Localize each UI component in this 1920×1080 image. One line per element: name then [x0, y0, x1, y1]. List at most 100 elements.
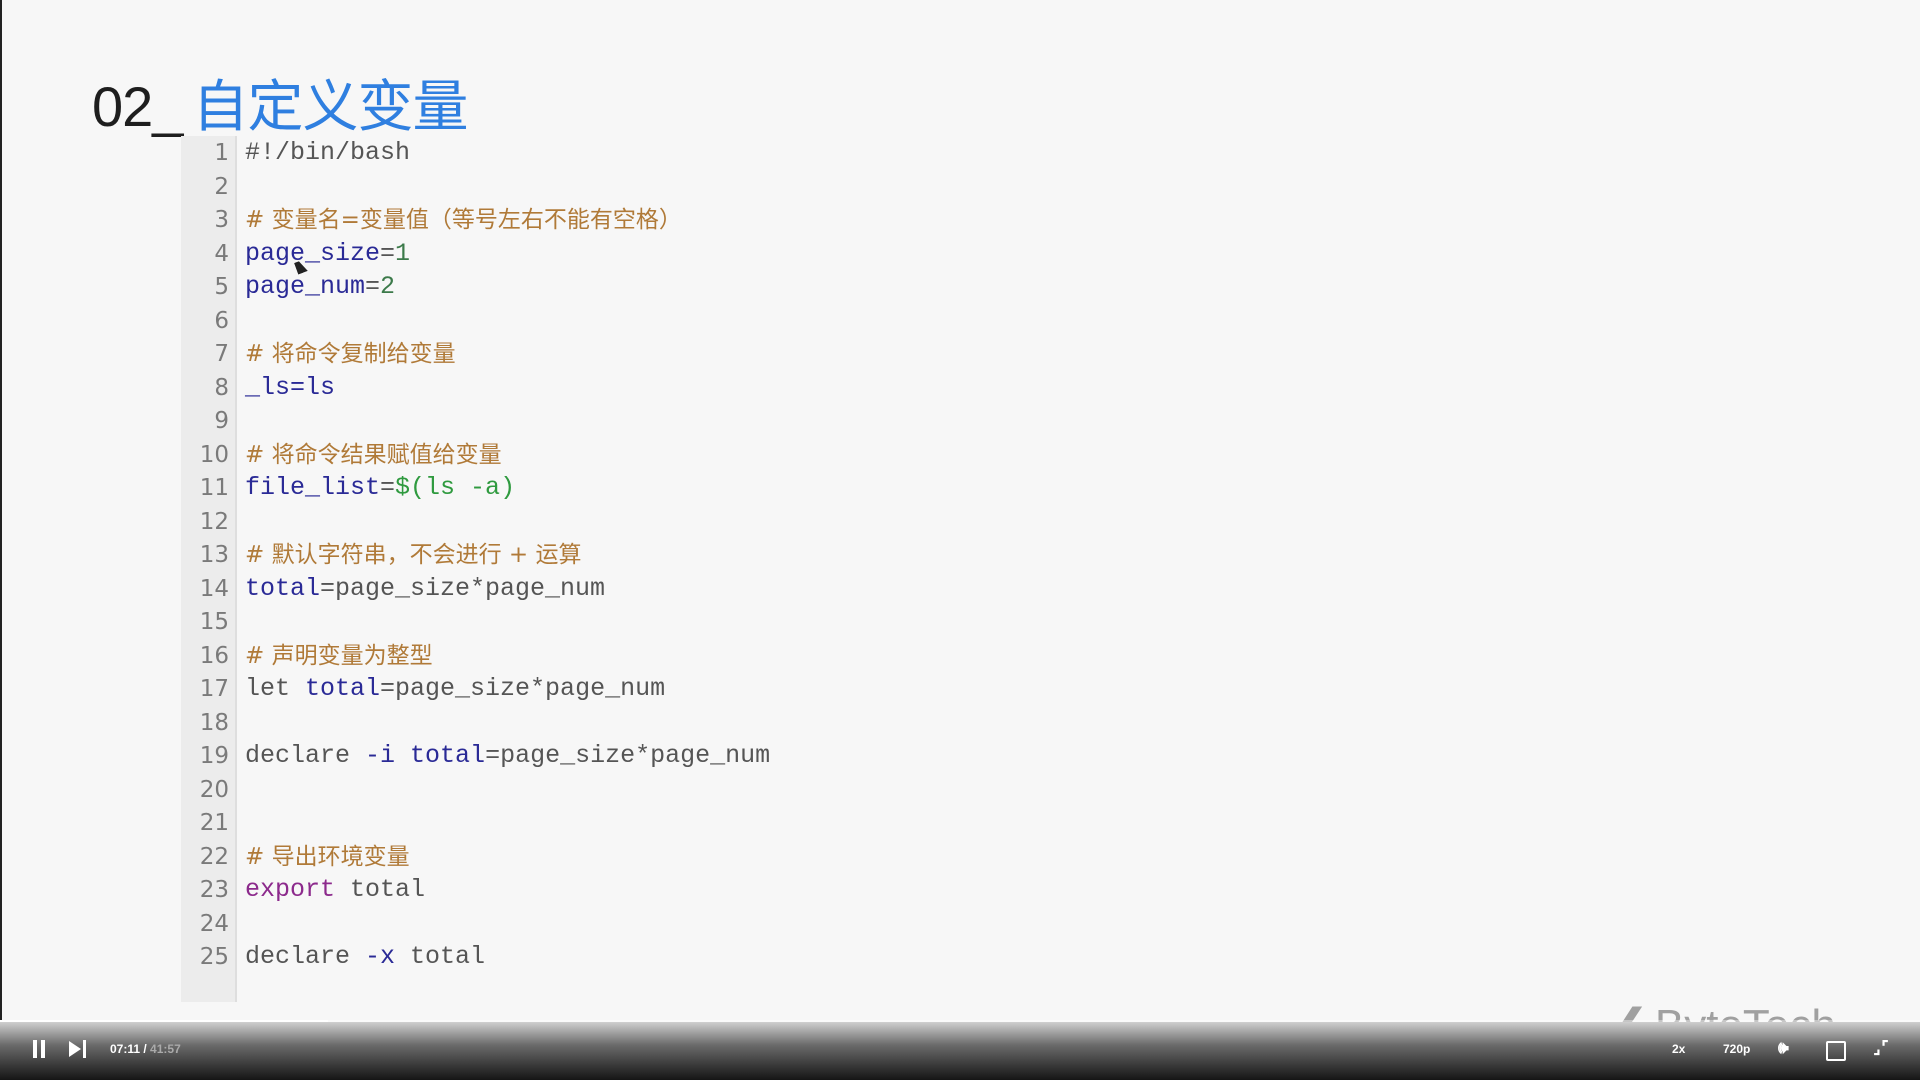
code-text: page_num=2 [245, 270, 395, 304]
code-line: 6 [181, 304, 229, 338]
code-token-comment: # 变量名=变量值（等号左右不能有空格） [245, 207, 682, 233]
pause-icon[interactable] [32, 1040, 46, 1058]
line-number: 13 [199, 542, 229, 568]
title-number: 02_ [92, 75, 183, 138]
code-line: 16 # 声明变量为整型 [181, 639, 433, 673]
code-line: 18 [181, 706, 229, 740]
time-separator: / [140, 1042, 151, 1056]
code-token-var: total [305, 674, 381, 703]
speed-button[interactable]: 2x [1672, 1042, 1685, 1056]
code-text: # 将命令结果赋值给变量 [245, 438, 502, 473]
code-text: #!/bin/bash [245, 136, 410, 170]
code-line: 4 page_size=1 [181, 237, 410, 271]
code-token-plain: total [335, 875, 426, 904]
line-number: 14 [199, 575, 229, 602]
code-token-var: page_num [245, 272, 366, 301]
code-token-var: file_list [245, 473, 381, 502]
line-number: 8 [214, 374, 229, 401]
code-line: 8 _ls=ls [181, 371, 335, 405]
code-text: # 默认字符串，不会进行 + 运算 [245, 538, 581, 573]
duration: 41:57 [150, 1042, 181, 1056]
code-token-plain: let [245, 674, 306, 703]
line-number: 22 [199, 843, 229, 870]
next-icon[interactable] [69, 1040, 87, 1058]
code-token-var: total [245, 573, 321, 603]
code-token-plain: = [365, 272, 381, 301]
line-number: 4 [214, 240, 229, 267]
code-token-num: 2 [380, 272, 396, 301]
line-number: 15 [199, 609, 229, 635]
code-token-comment: # 将命令结果赋值给变量 [245, 441, 502, 468]
code-token-comment: # 导出环境变量 [245, 843, 410, 870]
code-text: declare -x total [245, 940, 485, 974]
title-text: 自定义变量 [192, 75, 468, 140]
line-number: 23 [199, 877, 229, 903]
line-number: 25 [199, 944, 229, 970]
quality-button[interactable]: 720p [1723, 1042, 1750, 1056]
code-token-plain: = [380, 238, 396, 268]
code-token-var: _ls=ls [245, 372, 336, 402]
code-line: 11 file_list=$(ls -a) [181, 471, 515, 505]
code-text: # 声明变量为整型 [245, 639, 433, 674]
line-number: 10 [199, 441, 229, 468]
code-text: # 变量名=变量值（等号左右不能有空格） [245, 203, 682, 238]
fullscreen-icon[interactable] [1826, 1041, 1846, 1061]
exit-fullscreen-icon[interactable]: ⌟⌜ [1873, 1038, 1889, 1058]
code-token-var: page_size [245, 238, 381, 268]
code-token-comment: # 将命令复制给变量 [245, 341, 456, 367]
line-number: 7 [214, 341, 229, 367]
code-text: declare -i total=page_size*page_num [245, 739, 770, 773]
player-controls [0, 1022, 1920, 1080]
code-token-plain: declare [245, 942, 366, 971]
code-block: 1 #!/bin/bash 2 3 # 变量名=变量值（等号左右不能有空格） 4 page_… [181, 136, 881, 1002]
code-line: 7 # 将命令复制给变量 [181, 337, 455, 371]
line-number: 18 [199, 709, 229, 736]
window-edge [0, 0, 2, 1022]
code-text: _ls=ls [245, 371, 335, 405]
current-time: 07:11 [110, 1042, 141, 1056]
line-number: 16 [199, 642, 229, 669]
code-line: 13 # 默认字符串，不会进行 + 运算 [181, 538, 582, 572]
code-line: 3 # 变量名=变量值（等号左右不能有空格） [181, 203, 682, 237]
code-line: 14 total=page_size*page_num [181, 572, 605, 606]
code-line: 24 [181, 907, 229, 941]
code-text: file_list=$(ls -a) [245, 471, 515, 505]
code-line: 1 #!/bin/bash [181, 136, 410, 170]
line-number: 11 [199, 475, 229, 501]
line-number: 24 [199, 910, 229, 937]
code-token-flag: -x [365, 942, 396, 971]
code-token-num: 1 [395, 238, 411, 268]
line-number: 9 [214, 408, 229, 434]
volume-icon[interactable]: 🕪 [1778, 1038, 1789, 1058]
line-number: 6 [214, 307, 229, 334]
time-display: 07:11 / 41:57 [110, 1042, 181, 1056]
line-number: 2 [214, 173, 229, 200]
line-number: 1 [214, 140, 229, 166]
code-token-plain: = [380, 473, 396, 502]
code-line: 9 [181, 404, 229, 438]
code-text: total=page_size*page_num [245, 572, 605, 606]
code-token-plain: =page_size*page_num [320, 573, 606, 603]
code-token-comment: # 声明变量为整型 [245, 642, 433, 669]
line-number: 21 [199, 810, 229, 836]
slide-title: 02_ 自定义变量 [92, 62, 468, 143]
code-text: # 导出环境变量 [245, 840, 410, 875]
code-text: let total=page_size*page_num [245, 672, 665, 706]
line-number: 12 [199, 508, 229, 535]
code-token-plain: total [395, 942, 486, 971]
code-token-var: total [410, 741, 486, 770]
line-number: 5 [214, 274, 229, 300]
code-line: 23 export total [181, 873, 425, 907]
line-number: 17 [199, 676, 229, 702]
code-text: page_size=1 [245, 237, 410, 271]
code-line: 12 [181, 505, 229, 539]
code-token-green: $(ls -a) [395, 473, 516, 502]
code-token-plain: #!/bin/bash [245, 138, 411, 167]
code-line: 21 [181, 806, 229, 840]
code-line: 19 declare -i total=page_size*page_num [181, 739, 770, 773]
code-line: 20 [181, 773, 229, 807]
code-token-flag: -i [365, 741, 411, 770]
code-line: 22 # 导出环境变量 [181, 840, 410, 874]
code-text: export total [245, 873, 425, 907]
code-line: 25 declare -x total [181, 940, 485, 974]
